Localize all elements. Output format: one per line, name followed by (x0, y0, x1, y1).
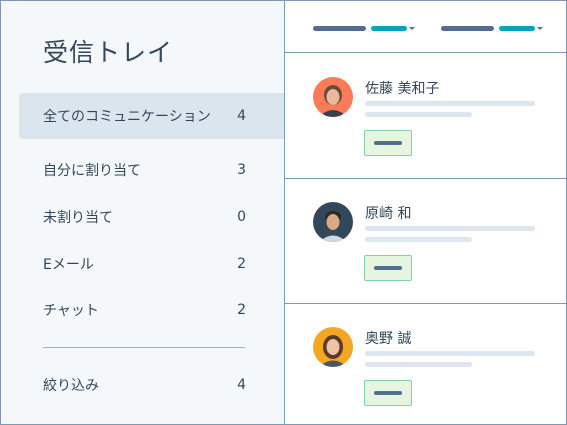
chip-label-placeholder (374, 266, 402, 270)
message-preview-line (365, 226, 535, 231)
status-chip[interactable] (364, 130, 412, 156)
message-preview-line (365, 101, 535, 106)
contact-name: 奥野 誠 (365, 331, 412, 347)
avatar-face (326, 214, 340, 230)
sidebar-item-count: 4 (237, 108, 246, 124)
sidebar-item-chat[interactable]: チャット 2 (19, 287, 284, 333)
sidebar-item-email[interactable]: Eメール 2 (19, 241, 284, 287)
filter-label-placeholder (441, 25, 494, 31)
status-chip[interactable] (364, 255, 412, 281)
filter-toolbar (285, 1, 566, 53)
page-title: 受信トレイ (43, 38, 174, 67)
filter-dropdown-status[interactable] (441, 25, 543, 31)
filter-value-placeholder (371, 25, 407, 31)
conversation-card[interactable]: 奥野 誠 (285, 304, 566, 424)
avatar-face (326, 89, 340, 105)
message-preview-line (365, 351, 535, 356)
sidebar-item-filtered[interactable]: 絞り込み 4 (19, 362, 284, 408)
sidebar-item-count: 4 (237, 377, 246, 393)
sidebar-item-label: 自分に割り当て (43, 163, 141, 179)
sidebar: 受信トレイ 全てのコミュニケーション 4 自分に割り当て 3 未割り当て 0 E… (1, 1, 284, 424)
chevron-down-icon (409, 26, 415, 30)
sidebar-item-count: 0 (237, 209, 246, 225)
filter-value-placeholder (499, 25, 535, 31)
avatar-face (326, 339, 340, 355)
sidebar-item-count: 2 (237, 256, 246, 272)
sidebar-item-unassigned[interactable]: 未割り当て 0 (19, 194, 284, 240)
contact-name: 原崎 和 (365, 206, 412, 222)
sidebar-item-all-conversations[interactable]: 全てのコミュニケーション 4 (19, 93, 284, 139)
sidebar-item-label: チャット (43, 303, 99, 319)
inbox-window: 受信トレイ 全てのコミュニケーション 4 自分に割り当て 3 未割り当て 0 E… (0, 0, 567, 425)
chevron-down-icon (537, 26, 543, 30)
avatar (313, 77, 353, 117)
message-preview-line (365, 112, 472, 117)
chip-label-placeholder (374, 141, 402, 145)
contact-name: 佐藤 美和子 (365, 81, 440, 97)
conversation-card[interactable]: 佐藤 美和子 (285, 54, 566, 179)
chip-label-placeholder (374, 391, 402, 395)
sidebar-item-count: 2 (237, 302, 246, 318)
sidebar-item-label: 絞り込み (43, 378, 99, 394)
avatar (313, 327, 353, 367)
sidebar-item-label: 全てのコミュニケーション (43, 109, 211, 125)
conversation-panel: 佐藤 美和子 原崎 和 奥野 誠 (284, 1, 566, 424)
sidebar-item-label: 未割り当て (43, 210, 113, 226)
message-preview-line (365, 237, 472, 242)
avatar (313, 202, 353, 242)
filter-label-placeholder (313, 25, 366, 31)
status-chip[interactable] (364, 380, 412, 406)
sidebar-item-label: Eメール (43, 257, 94, 273)
sidebar-item-count: 3 (237, 162, 246, 178)
conversation-card[interactable]: 原崎 和 (285, 179, 566, 304)
filter-dropdown-owner[interactable] (313, 25, 415, 31)
message-preview-line (365, 362, 472, 367)
sidebar-item-assigned-to-me[interactable]: 自分に割り当て 3 (19, 147, 284, 193)
sidebar-divider (43, 347, 245, 348)
